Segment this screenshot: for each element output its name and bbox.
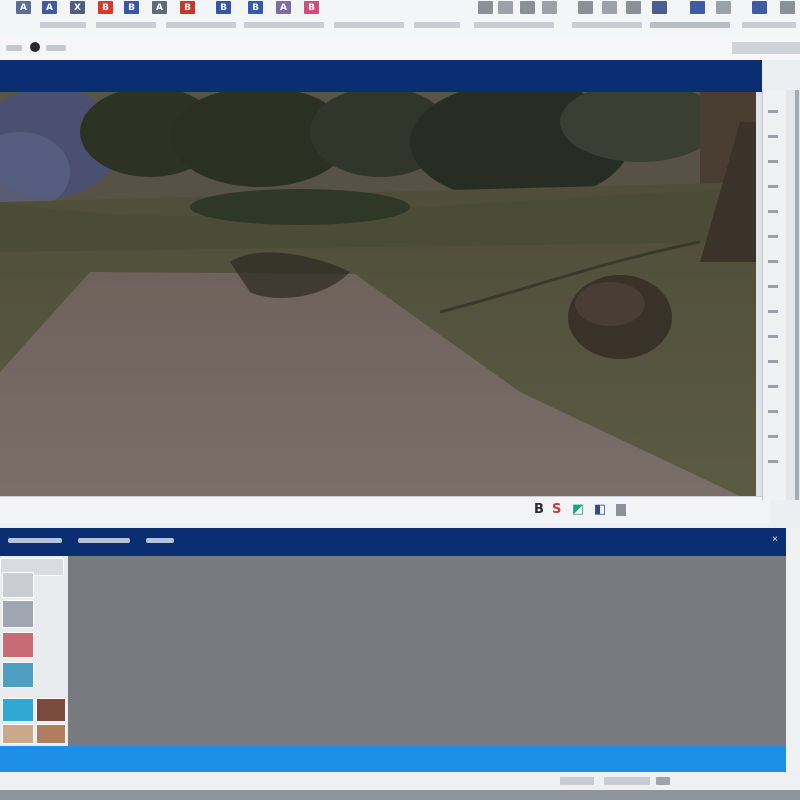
grid-icon[interactable] [478, 1, 493, 14]
toolbar-group-7[interactable] [474, 22, 554, 28]
chart-icon[interactable]: A [276, 1, 291, 14]
viewport-status-bar [0, 496, 770, 523]
toolbar-group-4[interactable] [244, 22, 324, 28]
copy-icon[interactable] [520, 1, 535, 14]
tag-icon[interactable]: B [304, 1, 319, 14]
thumbnail-item[interactable] [2, 698, 34, 722]
palette-status-icon[interactable]: ◩ [572, 503, 584, 517]
strip-tick [768, 310, 778, 313]
toolbar-group-2[interactable] [96, 22, 156, 28]
vertical-scrollbar[interactable] [795, 90, 799, 500]
group-icon[interactable]: A [42, 1, 57, 14]
camera-icon[interactable] [716, 1, 731, 14]
strip-tick [768, 360, 778, 363]
strip-tick [768, 160, 778, 163]
viewport-3d-scene[interactable] [0, 92, 756, 496]
bold-status-icon[interactable]: B [534, 503, 544, 517]
snap-icon[interactable] [626, 1, 641, 14]
strip-tick [768, 285, 778, 288]
bottom-right-edge [786, 528, 800, 772]
brush-icon[interactable]: B [124, 1, 139, 14]
toolbar-group-3[interactable] [166, 22, 236, 28]
strip-tick [768, 135, 778, 138]
properties-strip[interactable] [762, 90, 787, 500]
strip-tick [768, 260, 778, 263]
strip-tick [768, 385, 778, 388]
status-item [604, 777, 650, 785]
record-icon[interactable] [30, 42, 40, 52]
bold-icon[interactable]: B [98, 1, 113, 14]
menu-item-edit[interactable] [46, 45, 66, 51]
status-extra-icon[interactable] [616, 504, 626, 516]
bottom-panel-title [8, 538, 62, 543]
strip-tick [768, 435, 778, 438]
settings-icon[interactable] [780, 1, 795, 14]
style-status-icon[interactable]: S [552, 503, 561, 517]
pin-icon[interactable]: A [152, 1, 167, 14]
monitor-icon[interactable] [652, 1, 667, 14]
status-bar [0, 772, 800, 790]
status-item [560, 777, 594, 785]
paste-icon[interactable] [542, 1, 557, 14]
toolbar-group-5[interactable] [334, 22, 404, 28]
select-icon[interactable]: A [16, 1, 31, 14]
strip-tick [768, 210, 778, 213]
thumbnail-item[interactable] [2, 662, 34, 688]
thumbnail-item[interactable] [2, 600, 34, 628]
image-icon[interactable]: B [216, 1, 231, 14]
thumbnail-item[interactable] [2, 632, 34, 658]
bottom-panel-tab[interactable] [78, 538, 130, 543]
toolbar-group-1[interactable] [40, 22, 86, 28]
align-icon[interactable] [578, 1, 593, 14]
main-toolbar: A A X B B A B B B A B [0, 0, 800, 37]
menu-item-file[interactable] [6, 45, 22, 51]
strip-tick [768, 335, 778, 338]
toolbar-group-6[interactable] [414, 22, 460, 28]
toolbar-right-strip [732, 42, 800, 54]
content-area[interactable] [68, 556, 786, 746]
strip-tick [768, 460, 778, 463]
thumbnail-item[interactable] [2, 724, 34, 744]
close-icon[interactable]: × [770, 535, 780, 545]
menu-bar [0, 36, 800, 60]
frame-icon[interactable]: B [248, 1, 263, 14]
lighting-icon[interactable] [752, 1, 767, 14]
layer-icon[interactable]: B [180, 1, 195, 14]
toolbar-group-9[interactable] [650, 22, 730, 28]
strip-tick [768, 110, 778, 113]
distribute-icon[interactable] [602, 1, 617, 14]
viewport-title-bar[interactable] [0, 60, 762, 92]
status-item [656, 777, 670, 785]
thumbnail-item[interactable] [36, 724, 66, 744]
strip-tick [768, 410, 778, 413]
timeline-bar[interactable] [0, 746, 786, 772]
cut-icon[interactable] [498, 1, 513, 14]
render-icon[interactable] [690, 1, 705, 14]
toolbar-group-10[interactable] [742, 22, 796, 28]
fill-status-icon[interactable]: ◧ [594, 503, 606, 517]
strip-tick [768, 235, 778, 238]
scissors-icon[interactable]: X [70, 1, 85, 14]
os-taskbar [0, 790, 800, 800]
toolbar-group-8[interactable] [572, 22, 642, 28]
thumbnail-item[interactable] [36, 698, 66, 722]
bottom-panel-tab[interactable] [146, 538, 174, 543]
thumbnail-item[interactable] [2, 572, 34, 598]
strip-tick [768, 185, 778, 188]
